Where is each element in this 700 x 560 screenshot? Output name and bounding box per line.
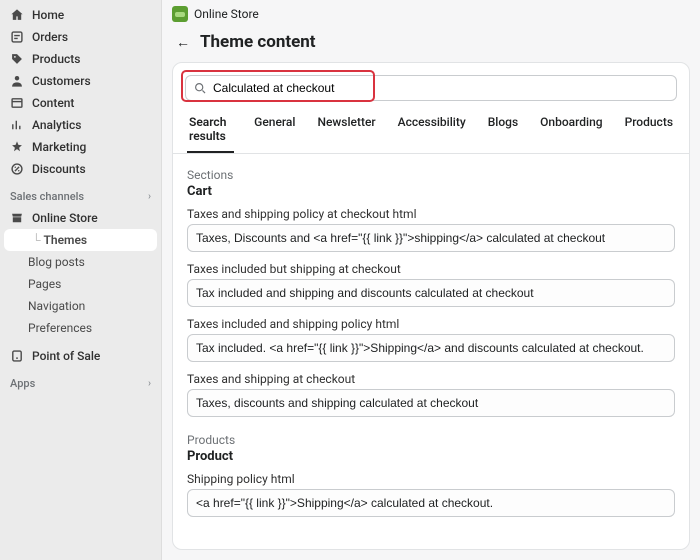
sub-navigation[interactable]: Navigation [0,295,161,317]
field-input[interactable] [187,389,675,417]
sub-preferences[interactable]: Preferences [0,317,161,339]
field-input[interactable] [187,489,675,517]
nav-analytics[interactable]: Analytics [0,114,161,136]
store-icon [10,211,24,225]
sub-pages[interactable]: Pages [0,273,161,295]
group-title: Product [187,449,675,464]
nav-label: Analytics [32,118,81,132]
tab-accessibility[interactable]: Accessibility [396,107,468,153]
sales-channels-label: Sales channels [10,190,84,203]
group-label: Sections [187,168,675,182]
field-label: Taxes included and shipping policy html [187,317,675,331]
nav-content[interactable]: Content [0,92,161,114]
sub-blog-posts[interactable]: Blog posts [0,251,161,273]
field-label: Taxes and shipping policy at checkout ht… [187,207,675,221]
discounts-icon [10,162,24,176]
apps-label: Apps [10,377,35,390]
nav-customers[interactable]: Customers [0,70,161,92]
results-body: Sections Cart Taxes and shipping policy … [173,154,689,517]
nav-label: Products [32,52,80,66]
field-input[interactable] [187,224,675,252]
nav-label: Home [32,8,64,22]
sub-label: Navigation [28,299,85,313]
apps-header[interactable]: Apps › [0,367,161,394]
field-label: Taxes included but shipping at checkout [187,262,675,276]
nav-label: Customers [32,74,91,88]
nav-products[interactable]: Products [0,48,161,70]
orders-icon [10,30,24,44]
nav-label: Online Store [32,211,98,225]
sub-themes[interactable]: └Themes [4,229,157,251]
customers-icon [10,74,24,88]
nav-label: Point of Sale [32,349,100,363]
nav-home[interactable]: Home [0,4,161,26]
sub-label: Pages [28,277,61,291]
field-label: Shipping policy html [187,472,675,486]
search-input[interactable] [213,81,668,95]
field-label: Taxes and shipping at checkout [187,372,675,386]
nav-label: Discounts [32,162,86,176]
main: Online Store ← Theme content Search resu… [162,0,700,560]
pos-icon [10,349,24,363]
content-icon [10,96,24,110]
chevron-right-icon: › [148,378,151,389]
back-button[interactable]: ← [176,34,190,51]
tab-products[interactable]: Products [623,107,675,153]
tree-line-icon: └ [32,233,41,247]
home-icon [10,8,24,22]
nav-orders[interactable]: Orders [0,26,161,48]
tab-onboarding[interactable]: Onboarding [538,107,604,153]
nav-label: Content [32,96,74,110]
products-icon [10,52,24,66]
sub-label: Themes [44,233,88,247]
nav-label: Orders [32,30,68,44]
group-label: Products [187,433,675,447]
nav-label: Marketing [32,140,86,154]
field-input[interactable] [187,279,675,307]
tab-general[interactable]: General [252,107,297,153]
tab-blogs[interactable]: Blogs [486,107,520,153]
content-panel: Search results General Newsletter Access… [172,62,690,550]
breadcrumb-label: Online Store [194,7,259,21]
tab-newsletter[interactable]: Newsletter [315,107,377,153]
marketing-icon [10,140,24,154]
page-title: Theme content [200,32,316,52]
group-title: Cart [187,184,675,199]
search-icon [194,82,207,95]
nav-discounts[interactable]: Discounts [0,158,161,180]
search-input-wrap[interactable] [185,75,677,101]
chevron-right-icon: › [148,191,151,202]
store-app-icon [172,6,188,22]
sub-label: Blog posts [28,255,85,269]
nav-marketing[interactable]: Marketing [0,136,161,158]
nav-point-of-sale[interactable]: Point of Sale [0,345,161,367]
sales-channels-header[interactable]: Sales channels › [0,180,161,207]
sub-label: Preferences [28,321,92,335]
analytics-icon [10,118,24,132]
nav-online-store[interactable]: Online Store [0,207,161,229]
field-input[interactable] [187,334,675,362]
sidebar: Home Orders Products Customers Content A… [0,0,162,560]
tab-search-results[interactable]: Search results [187,107,234,153]
tabs: Search results General Newsletter Access… [173,107,689,154]
breadcrumb: Online Store [162,0,700,28]
